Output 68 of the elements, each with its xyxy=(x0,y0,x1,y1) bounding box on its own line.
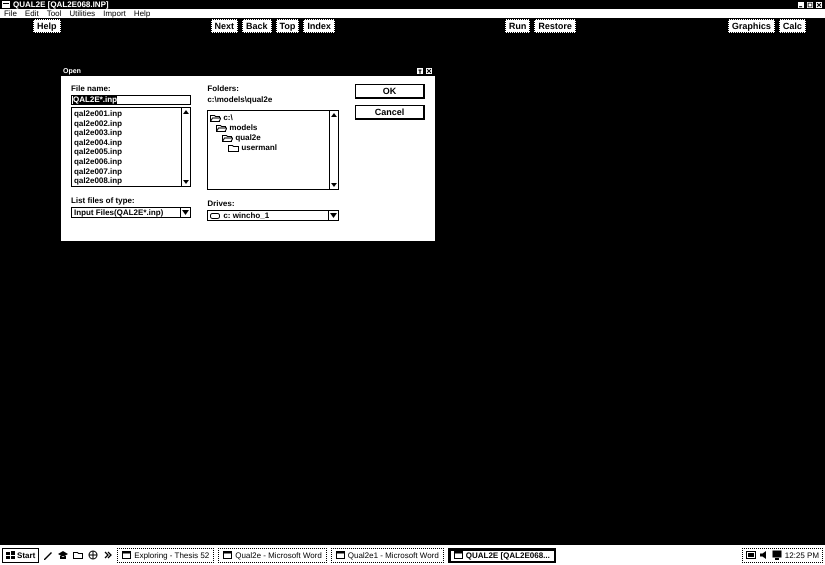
toolbar-button[interactable]: Restore xyxy=(534,19,576,33)
toolbar-button[interactable]: Graphics xyxy=(728,19,775,33)
window-icon xyxy=(122,551,132,559)
taskbar-button[interactable]: Exploring - Thesis 52 xyxy=(117,548,214,562)
window-icon xyxy=(223,551,232,559)
folder-item[interactable]: models xyxy=(229,123,258,133)
menu-item[interactable]: Help xyxy=(134,9,150,18)
minimize-icon[interactable] xyxy=(797,0,805,8)
dropdown-icon xyxy=(330,213,337,218)
list-entry[interactable]: qal2e001.inp xyxy=(74,109,180,119)
folder-icon[interactable] xyxy=(73,550,84,560)
list-entry[interactable]: qal2e003.inp xyxy=(74,128,180,138)
folder-path: c:\models\qual2e xyxy=(207,95,274,106)
start-button[interactable]: Start xyxy=(2,548,40,562)
field-label: Folders: xyxy=(207,84,240,93)
maximize-icon[interactable] xyxy=(806,0,814,8)
folder-item[interactable]: c:\ xyxy=(223,113,233,123)
folder-item[interactable]: usermanl xyxy=(241,143,277,153)
menu-item[interactable]: File xyxy=(4,9,17,18)
file-type-dropdown[interactable]: Input Files(QAL2E*.inp) xyxy=(71,207,192,218)
toolbar-button[interactable]: Calc xyxy=(778,19,806,33)
speaker-icon xyxy=(758,550,769,560)
field-label: File name: xyxy=(71,84,112,93)
menu-item[interactable]: Edit xyxy=(24,9,39,18)
help-icon[interactable] xyxy=(416,67,424,75)
field-label: List files of type: xyxy=(71,196,136,205)
window-icon xyxy=(336,551,345,559)
pen-icon[interactable] xyxy=(43,550,54,560)
list-entry[interactable]: qal2e008.inp xyxy=(74,176,180,186)
list-entry[interactable]: qal2e006.inp xyxy=(74,156,180,167)
menu-item[interactable]: Utilities xyxy=(69,9,96,18)
close-icon[interactable] xyxy=(815,0,823,8)
taskbar-button[interactable]: Qual2e1 - Microsoft Word xyxy=(330,548,444,562)
windows-logo-icon xyxy=(6,551,15,559)
scroll-down-icon[interactable] xyxy=(182,178,190,186)
window-title: QUAL2E [QAL2E068.INP] xyxy=(13,0,109,9)
folder-item[interactable]: qual2e xyxy=(235,133,261,143)
clock: 12:25 PM xyxy=(784,550,819,560)
drive-dropdown[interactable]: c: wincho_1 xyxy=(207,210,339,221)
scroll-up-icon[interactable] xyxy=(330,111,338,119)
toolbar-button[interactable]: Back xyxy=(242,19,272,33)
list-entry[interactable]: qal2e002.inp xyxy=(74,118,180,128)
file-name-field[interactable]: QAL2E*.inp xyxy=(71,95,192,105)
toolbar-button[interactable]: Index xyxy=(303,19,335,33)
monitor-icon xyxy=(772,550,782,560)
drive-icon xyxy=(210,212,220,218)
field-label: Drives: xyxy=(207,199,236,208)
menu-item[interactable]: Import xyxy=(103,9,126,18)
window-icon xyxy=(454,551,463,559)
toolbar-button[interactable]: Help xyxy=(33,19,61,33)
dialog-button[interactable]: Cancel xyxy=(355,105,425,120)
list-entry[interactable]: qal2e005.inp xyxy=(74,147,180,157)
toolbar-button[interactable]: Run xyxy=(504,19,530,33)
close-icon[interactable] xyxy=(425,67,433,75)
scroll-up-icon[interactable] xyxy=(182,108,190,116)
toolbar-button[interactable]: Top xyxy=(276,19,300,33)
taskbar-button[interactable]: QUAL2E [QAL2E068... xyxy=(448,548,556,562)
dropdown-icon xyxy=(182,210,190,215)
list-entry[interactable]: qal2e004.inp xyxy=(74,138,180,148)
list-entry[interactable]: qal2e007.inp xyxy=(74,166,180,176)
graduation-cap-icon[interactable] xyxy=(58,550,68,560)
chevron-icon[interactable] xyxy=(103,550,114,560)
dialog-button[interactable]: OK xyxy=(355,84,425,99)
menu-item[interactable]: Tool xyxy=(46,9,62,18)
scroll-down-icon[interactable] xyxy=(330,181,338,189)
taskbar-button[interactable]: Qual2e - Microsoft Word xyxy=(218,548,327,562)
globe-icon[interactable] xyxy=(88,550,98,560)
toolbar-button[interactable]: Next xyxy=(210,19,238,33)
